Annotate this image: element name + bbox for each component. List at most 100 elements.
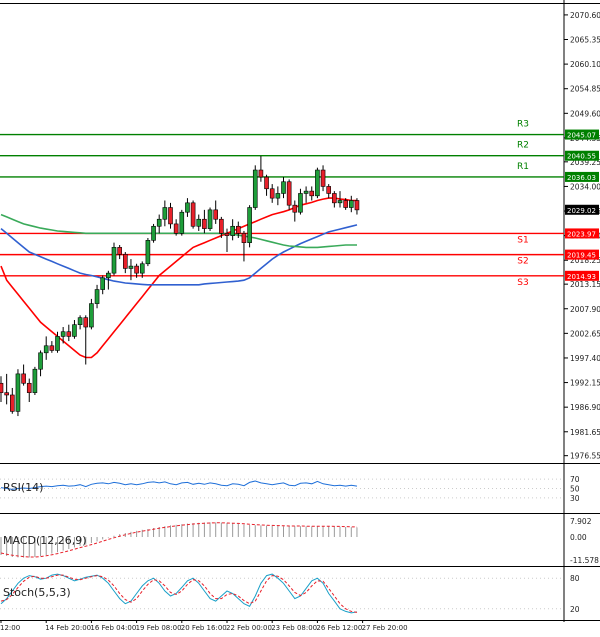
candle-up [139,263,145,274]
candle-down [0,382,4,393]
candle-down [117,247,122,255]
time-tick-label: 12:00 [0,624,20,632]
time-tick-label: 20 Feb 16:00 [181,624,227,632]
candle-down [258,169,264,178]
candle-down [66,331,72,337]
time-tick-label: 23 Feb 08:00 [271,624,317,632]
candle-down [286,181,292,206]
level-price-label: 2023.97 [567,230,596,238]
candle-down [10,394,15,412]
time-tick-label: 16 Feb 04:00 [90,624,136,632]
price-tick-label: 2034.00 [570,182,600,191]
candle-down [123,254,128,269]
candle-up [298,193,303,213]
candle-down [320,169,326,187]
candle-down [168,207,173,225]
rsi-label: RSI(14) [3,481,43,494]
candle-down [173,223,179,234]
macd-tick-label: -11.578 [570,556,599,565]
candle-down [202,218,207,229]
candle-down [354,200,360,211]
rsi-tick-label: 30 [570,494,580,503]
candle-up [38,352,43,370]
price-tick-label: 2065.35 [570,36,600,45]
price-tick-label: 1997.40 [570,354,600,363]
candle-up [303,190,309,194]
candle-down [26,382,32,393]
candle-up [156,218,162,227]
level-name-s2: S2 [517,257,528,267]
level-name-s1: S1 [517,235,528,245]
candle-down [83,317,89,328]
candle-down [49,345,55,351]
time-tick-label: 26 Feb 12:00 [316,624,362,632]
price-tick-label: 2013.15 [570,280,600,289]
candle-up [55,336,60,351]
candle-up [77,317,83,325]
level-name-r1: R1 [517,162,529,172]
candle-up [94,289,100,304]
candle-up [275,193,281,199]
candle-down [309,190,315,197]
price-tick-label: 2049.60 [570,109,600,118]
candle-up [100,277,105,290]
macd-tick-label: 7.902 [570,517,592,526]
level-name-r3: R3 [517,120,529,130]
stoch-tick-label: 20 [570,605,580,614]
current-price-label: 2029.02 [567,207,596,215]
chart-root: 2070.602065.352060.102054.852049.602044.… [0,0,600,633]
candle-up [151,225,156,241]
price-tick-label: 2054.85 [570,85,600,94]
candle-down [219,218,224,234]
chart-svg: 2070.602065.352060.102054.852049.602044.… [0,0,600,633]
candle-up [196,218,202,227]
candle-up [43,345,49,354]
candle-up [247,207,252,243]
candle-up [179,211,185,234]
candle-up [72,324,77,337]
candle-up [162,207,168,220]
candle-up [252,169,258,208]
candle-up [15,373,21,412]
level-price-label: 2019.45 [567,252,596,260]
candle-down [343,200,348,208]
candle-down [269,188,275,199]
candle-down [21,373,26,384]
candle-down [224,232,230,236]
candle-down [190,202,196,227]
price-tick-label: 2070.60 [570,11,600,20]
price-tick-label: 1992.15 [570,379,600,388]
candle-down [4,392,9,396]
candle-down [134,265,139,274]
stoch-tick-label: 80 [570,574,580,583]
rsi-tick-label: 70 [570,475,580,484]
candle-up [281,181,286,194]
candle-down [241,232,247,243]
candle-down [236,225,241,234]
candle-up [89,303,94,328]
price-tick-label: 1976.55 [570,452,600,461]
price-tick-label: 1981.65 [570,428,600,437]
candle-down [326,186,332,194]
stoch-label: Stoch(5,5,3) [3,586,71,599]
candle-up [337,200,343,204]
candle-up [111,247,117,274]
candle-down [292,204,298,213]
time-tick-label: 22 Feb 00:00 [226,624,272,632]
level-price-label: 2014.93 [567,273,596,281]
candle-up [315,169,320,197]
macd-tick-label: 0.00 [570,533,587,542]
candle-up [230,225,235,236]
candle-up [60,331,66,337]
candle-up [106,272,111,279]
candle-up [128,265,134,269]
rsi-tick-label: 50 [570,485,580,494]
time-tick-label: 14 Feb 20:00 [45,624,91,632]
candle-up [348,200,354,208]
level-name-r2: R2 [517,141,529,151]
price-tick-label: 2007.90 [570,305,600,314]
candle-up [185,202,190,213]
level-price-label: 2040.55 [567,153,596,161]
time-tick-label: 19 Feb 08:00 [136,624,182,632]
candle-up [32,368,38,393]
